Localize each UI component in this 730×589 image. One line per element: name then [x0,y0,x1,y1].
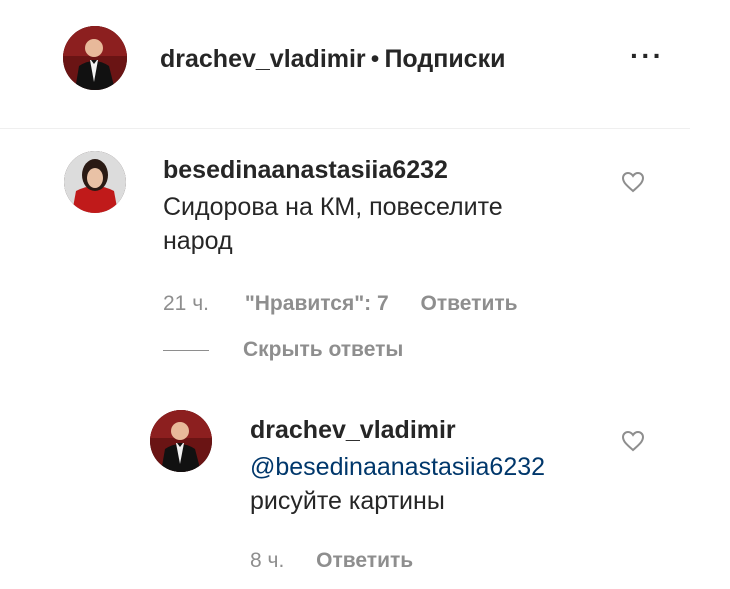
commenter-avatar[interactable] [64,151,126,213]
comment-username[interactable]: besedinaanastasiia6232 [163,156,448,185]
more-options-icon[interactable]: ··· [630,40,664,72]
header-divider [0,128,690,129]
post-header-title: drachev_vladimir • Подписки [160,45,505,74]
reply-text: рисуйте картины [250,487,445,515]
reply-username[interactable]: drachev_vladimir [250,416,456,445]
reply-heart-icon[interactable] [621,430,645,452]
comment-text: Сидорова на КМ, повеселите народ [163,193,503,255]
header-separator: • [370,45,380,73]
reply-author-avatar[interactable] [150,410,212,472]
comment-likes-count[interactable]: "Нравится": 7 [245,292,389,315]
heart-icon[interactable] [621,171,645,193]
reply-time: 8 ч. [250,549,285,572]
comment-reply-button[interactable]: Ответить [421,292,518,315]
hide-replies-line [163,350,209,351]
comment-meta: 21 ч. "Нравится": 7 Ответить [163,292,518,316]
follow-status-link[interactable]: Подписки [384,45,505,73]
hide-replies-button[interactable]: Скрыть ответы [243,338,403,362]
comment-time: 21 ч. [163,292,209,315]
post-author-avatar[interactable] [63,26,127,90]
post-author-username[interactable]: drachev_vladimir [160,45,366,73]
reply-mention-link[interactable]: @besedinaanastasiia6232 [250,450,545,484]
reply-meta: 8 ч. Ответить [250,549,413,573]
reply-reply-button[interactable]: Ответить [316,549,413,572]
